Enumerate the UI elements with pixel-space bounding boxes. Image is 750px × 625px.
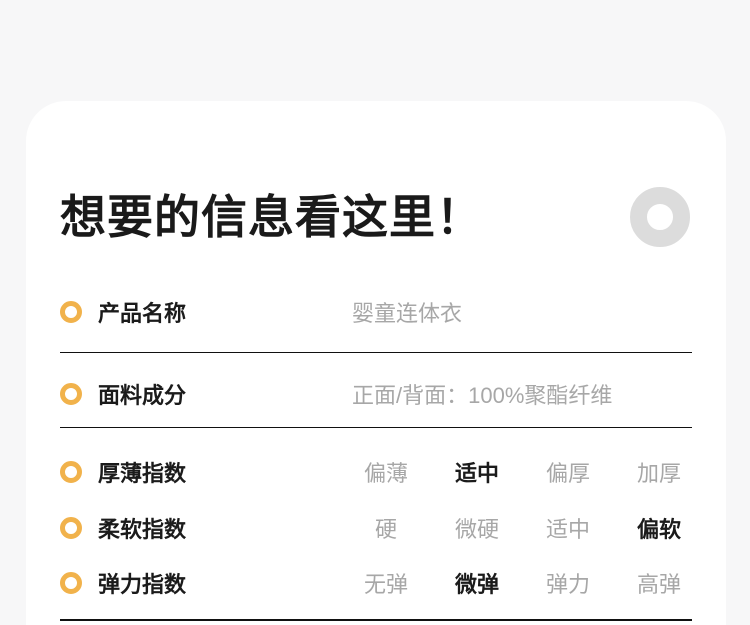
- option-item: 弹力: [545, 572, 590, 597]
- fabric-composition-value: 正面/背面：100%聚酯纤维: [352, 383, 613, 408]
- option-item: 高弹: [636, 572, 681, 597]
- option-item: 微弹: [454, 572, 499, 597]
- option-item: 无弹: [363, 572, 408, 597]
- divider: [60, 619, 692, 621]
- bullet-ring-icon: [60, 383, 82, 405]
- option-item: 微硬: [454, 517, 499, 542]
- option-item: 适中: [545, 517, 590, 542]
- elasticity-index-label: 弹力指数: [98, 572, 187, 597]
- option-item: 偏软: [636, 517, 681, 542]
- bullet-ring-icon: [60, 572, 82, 594]
- row-fabric-composition: 面料成分 正面/背面：100%聚酯纤维: [60, 379, 692, 409]
- bullet-ring-icon: [60, 517, 82, 539]
- bullet-ring-icon: [60, 461, 82, 483]
- page-background: 想要的信息看这里！ 产品名称 婴童连体衣 面料成分 正面/背面：100%聚酯纤维…: [0, 0, 750, 625]
- row-thickness-index: 厚薄指数 偏薄 适中 偏厚 加厚: [60, 457, 692, 487]
- product-name-label: 产品名称: [98, 301, 187, 326]
- divider: [60, 352, 692, 353]
- product-info-card: 想要的信息看这里！ 产品名称 婴童连体衣 面料成分 正面/背面：100%聚酯纤维…: [26, 101, 726, 625]
- fabric-composition-label: 面料成分: [98, 383, 187, 408]
- thickness-options: 偏薄 适中 偏厚 加厚: [353, 456, 692, 488]
- product-name-value: 婴童连体衣: [352, 301, 463, 326]
- bullet-ring-icon: [60, 301, 82, 323]
- softness-index-label: 柔软指数: [98, 517, 187, 542]
- divider: [60, 427, 692, 428]
- option-item: 加厚: [636, 461, 681, 486]
- card-header: 想要的信息看这里！: [60, 187, 692, 247]
- option-item: 偏薄: [363, 461, 408, 486]
- option-item: 硬: [374, 517, 397, 542]
- row-product-name: 产品名称 婴童连体衣: [60, 297, 692, 327]
- option-item: 偏厚: [545, 461, 590, 486]
- thickness-index-label: 厚薄指数: [98, 461, 187, 486]
- elasticity-options: 无弹 微弹 弹力 高弹: [353, 567, 692, 599]
- page-title: 想要的信息看这里！: [60, 191, 483, 243]
- ring-ornament-icon: [630, 187, 690, 247]
- softness-options: 硬 微硬 适中 偏软: [353, 512, 692, 544]
- option-item: 适中: [454, 461, 499, 486]
- row-softness-index: 柔软指数 硬 微硬 适中 偏软: [60, 513, 692, 543]
- row-elasticity-index: 弹力指数 无弹 微弹 弹力 高弹: [60, 568, 692, 598]
